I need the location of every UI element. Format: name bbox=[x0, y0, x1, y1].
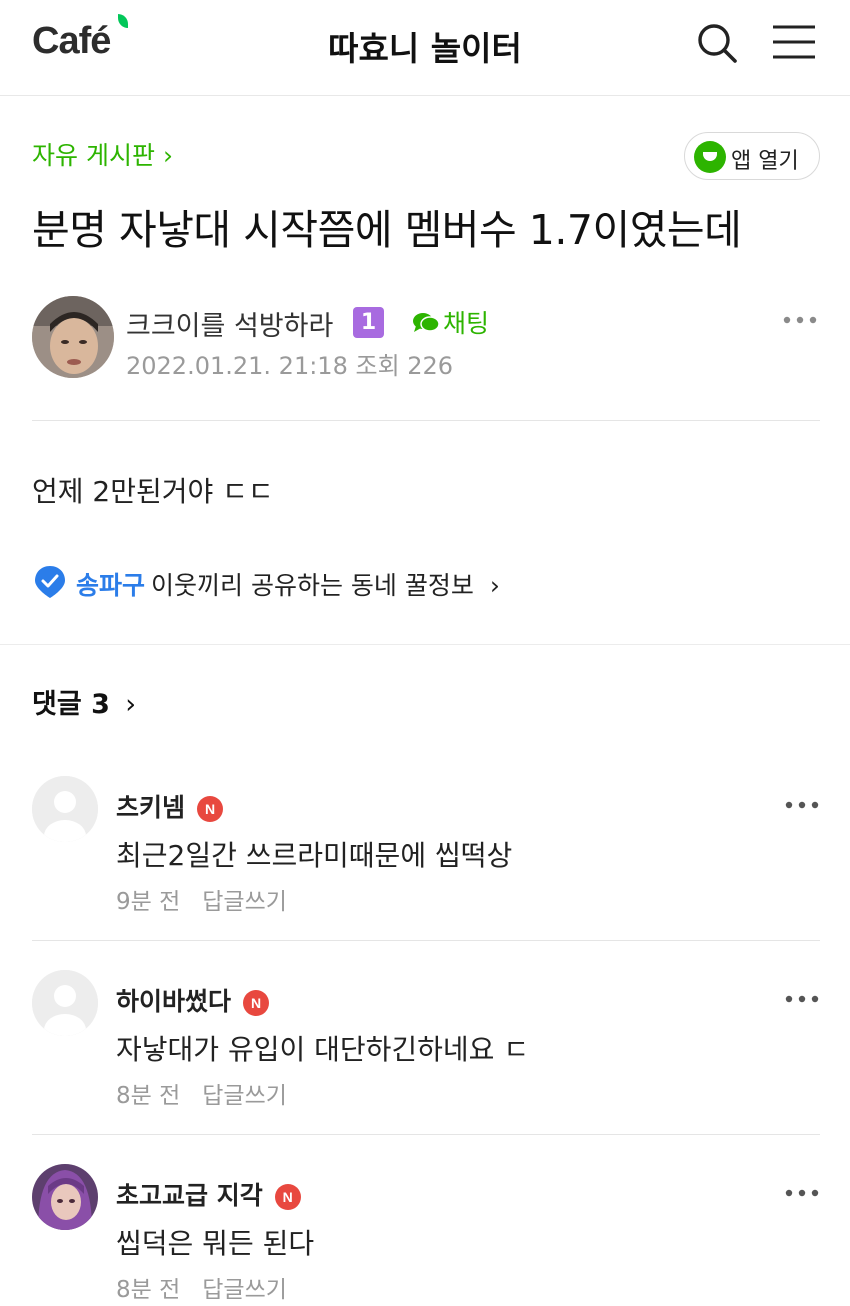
local-info-link[interactable]: 송파구 이웃끼리 공유하는 동네 꿀정보 › bbox=[32, 564, 500, 602]
board-link-label: 자유 게시판 bbox=[32, 141, 155, 170]
divider bbox=[32, 420, 820, 421]
member-level-badge: 1 bbox=[353, 307, 384, 338]
commenter-avatar[interactable] bbox=[32, 970, 98, 1036]
app-open-label: 앱 열기 bbox=[731, 149, 799, 174]
chevron-right-icon: › bbox=[125, 689, 137, 720]
new-badge: N bbox=[243, 990, 270, 1016]
local-info-text: 이웃끼리 공유하는 동네 꿀정보 bbox=[151, 571, 474, 600]
comment-text: 자낳대가 유입이 대단하긴하네요 ㄷ bbox=[116, 1033, 530, 1066]
comment-text: 최근2일간 쓰르라미때문에 씹떡상 bbox=[116, 839, 513, 872]
commenter-avatar[interactable] bbox=[32, 776, 98, 842]
commenter-name[interactable]: 츠키넴 N bbox=[116, 788, 224, 824]
local-region: 송파구 bbox=[76, 571, 146, 600]
chat-bubble-icon bbox=[413, 313, 440, 332]
reply-button[interactable]: 답글쓰기 bbox=[202, 889, 287, 915]
post-body: 언제 2만된거야 ㄷㄷ bbox=[32, 475, 274, 508]
commenter-name-text: 초고교급 지각 bbox=[116, 1181, 263, 1210]
post-meta: 2022.01.21. 21:18 조회 226 bbox=[126, 346, 453, 381]
post-more-icon[interactable] bbox=[782, 315, 818, 325]
commenter-name[interactable]: 초고교급 지각 N bbox=[116, 1176, 301, 1212]
section-divider bbox=[0, 644, 850, 645]
default-avatar-icon bbox=[32, 970, 98, 1036]
new-badge: N bbox=[197, 796, 224, 822]
comment-more-icon[interactable] bbox=[784, 800, 820, 810]
comment-item: 초고교급 지각 N 씹덕은 뭐든 된다 8분 전 답글쓰기 bbox=[32, 1164, 820, 1306]
comment-time: 9분 전 bbox=[116, 889, 181, 915]
chevron-right-icon: › bbox=[162, 141, 173, 170]
comments-count-label: 댓글 3 bbox=[32, 689, 110, 720]
hamburger-menu-icon[interactable] bbox=[772, 24, 816, 60]
comment-meta: 8분 전 답글쓰기 bbox=[116, 1076, 287, 1110]
default-avatar-icon bbox=[32, 776, 98, 842]
comment-meta: 8분 전 답글쓰기 bbox=[116, 1270, 287, 1304]
chat-button[interactable]: 채팅 bbox=[412, 304, 489, 340]
chat-label: 채팅 bbox=[443, 309, 490, 338]
comment-text: 씹덕은 뭐든 된다 bbox=[116, 1227, 315, 1260]
commenter-name-text: 츠키넴 bbox=[116, 793, 186, 822]
location-pin-icon bbox=[35, 566, 65, 598]
author-avatar-image bbox=[32, 296, 114, 378]
comments-header[interactable]: 댓글 3 › bbox=[32, 682, 136, 721]
comment-more-icon[interactable] bbox=[784, 1188, 820, 1198]
commenter-name[interactable]: 하이바썼다 N bbox=[116, 982, 270, 1018]
commenter-avatar[interactable] bbox=[32, 1164, 98, 1230]
comment-time: 8분 전 bbox=[116, 1277, 181, 1303]
author-name[interactable]: 크크이를 석방하라 bbox=[126, 304, 333, 343]
commenter-avatar-image bbox=[32, 1164, 98, 1230]
commenter-name-text: 하이바썼다 bbox=[116, 987, 232, 1016]
reply-button[interactable]: 답글쓰기 bbox=[202, 1083, 287, 1109]
board-link[interactable]: 자유 게시판 › bbox=[32, 136, 173, 172]
author-avatar[interactable] bbox=[32, 296, 114, 378]
post-date: 2022.01.21. 21:18 bbox=[126, 352, 348, 380]
comment-meta: 9분 전 답글쓰기 bbox=[116, 882, 287, 916]
post-views: 조회 226 bbox=[355, 352, 454, 380]
chevron-right-icon: › bbox=[489, 571, 500, 600]
app-open-button[interactable]: 앱 열기 bbox=[684, 132, 820, 180]
comment-more-icon[interactable] bbox=[784, 994, 820, 1004]
reply-button[interactable]: 답글쓰기 bbox=[202, 1277, 287, 1303]
new-badge: N bbox=[274, 1184, 301, 1210]
post-title: 분명 자낳대 시작쯤에 멤버수 1.7이였는데 bbox=[32, 206, 742, 254]
search-icon[interactable] bbox=[696, 22, 738, 64]
comment-time: 8분 전 bbox=[116, 1083, 181, 1109]
cafe-app-icon bbox=[694, 141, 726, 173]
top-header: Café 따효니 놀이터 bbox=[0, 0, 850, 96]
divider bbox=[32, 1134, 820, 1135]
divider bbox=[32, 940, 820, 941]
